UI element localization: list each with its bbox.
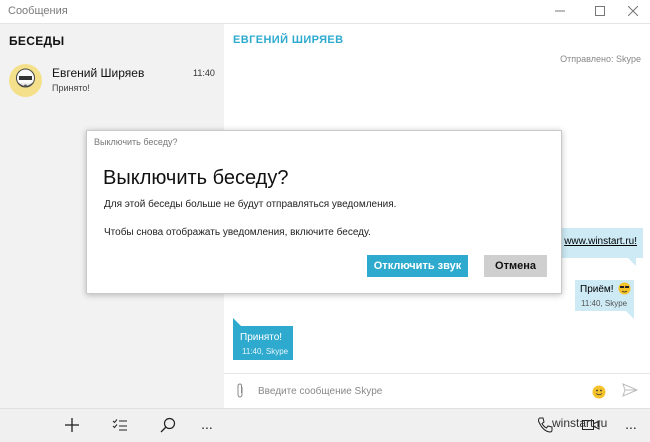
search-button[interactable] xyxy=(157,415,179,437)
cool-emoji-icon xyxy=(618,282,631,300)
dialog-message: Для этой беседы больше не будут отправля… xyxy=(104,199,397,210)
message-text[interactable]: www.winstart.ru! xyxy=(564,236,637,247)
search-icon xyxy=(160,417,176,436)
message-bubble-out: Приём! 11:40, Skype xyxy=(575,280,634,311)
cancel-button[interactable]: Отмена xyxy=(484,255,547,277)
close-button[interactable] xyxy=(618,0,648,24)
message-input[interactable] xyxy=(258,382,578,400)
avatar xyxy=(9,64,42,97)
dialog-title: Выключить беседу? xyxy=(103,167,289,189)
message-time: 11:40, Skype xyxy=(581,299,628,308)
dialog-caption: Выключить беседу? xyxy=(94,137,178,147)
conversation-time: 11:40 xyxy=(193,68,215,78)
conversation-item[interactable]: Евгений Ширяев 11:40 Принято! xyxy=(0,56,224,106)
window-titlebar: Сообщения xyxy=(0,0,650,24)
new-conversation-button[interactable] xyxy=(61,415,83,437)
bubble-tail xyxy=(626,311,634,319)
chat-title: ЕВГЕНИЙ ШИРЯЕВ xyxy=(233,34,344,46)
bubble-tail xyxy=(233,318,241,326)
minimize-icon xyxy=(555,5,565,19)
close-icon xyxy=(627,5,639,19)
mute-conversation-dialog: Выключить беседу? Выключить беседу? Для … xyxy=(86,130,562,294)
emoticon-icon[interactable] xyxy=(592,385,606,404)
message-text: Приём! xyxy=(580,284,614,295)
checklist-icon xyxy=(112,418,128,435)
message-text: Принято! xyxy=(240,332,283,343)
more-icon: ... xyxy=(625,416,637,432)
more-button[interactable]: ... xyxy=(196,413,218,435)
conversation-name: Евгений Ширяев xyxy=(52,66,145,80)
attach-icon[interactable] xyxy=(234,383,246,404)
more-icon: ... xyxy=(201,416,213,432)
minimize-button[interactable] xyxy=(545,0,575,24)
message-bubble-out: www.winstart.ru! xyxy=(557,228,643,258)
maximize-button[interactable] xyxy=(585,0,615,24)
watermark: winstart.ru xyxy=(552,416,608,430)
conversation-preview: Принято! xyxy=(52,83,90,93)
more-options-button[interactable]: ... xyxy=(620,413,642,435)
sent-via-label: Отправлено: Skype xyxy=(560,54,641,64)
message-time: 11:40, Skype xyxy=(242,347,289,356)
message-composer xyxy=(224,373,650,408)
mute-button[interactable]: Отключить звук xyxy=(367,255,468,277)
plus-icon xyxy=(64,417,80,436)
dialog-message: Чтобы снова отображать уведомления, вклю… xyxy=(104,227,371,238)
message-bubble-in: Принято! 11:40, Skype xyxy=(233,326,293,360)
send-icon[interactable] xyxy=(622,383,639,402)
sidebar-header: БЕСЕДЫ xyxy=(9,34,65,48)
maximize-icon xyxy=(595,5,605,19)
phone-icon xyxy=(537,417,553,436)
window-title: Сообщения xyxy=(8,5,68,17)
bubble-tail xyxy=(628,258,636,266)
select-button[interactable] xyxy=(109,415,131,437)
